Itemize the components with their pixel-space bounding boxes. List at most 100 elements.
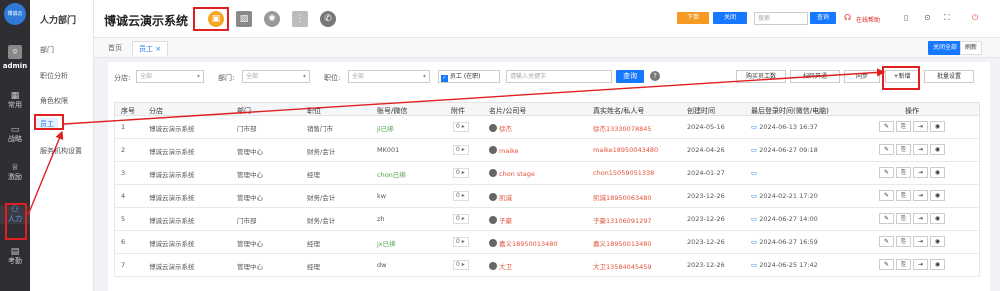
query-button[interactable]: 查询 (616, 70, 644, 83)
row-card[interactable]: 徐杰 (489, 123, 512, 133)
action-icon[interactable]: ⇥ (913, 236, 928, 247)
rail-item-common[interactable]: ▦ 常用 (0, 92, 30, 110)
table-row[interactable]: 5 博诚云演示系统 门市部 财务/会计 zh 0 ▸ 子豪 子豪13106091297 2023… (114, 208, 980, 231)
row-realname[interactable]: 徐杰13330078845 (593, 123, 652, 133)
row-account[interactable]: chon已绑 (377, 169, 406, 179)
close-icon[interactable]: × (155, 45, 161, 53)
row-card[interactable]: chon stage (489, 169, 535, 178)
table-row[interactable]: 2 博诚云演示系统 管理中心 财务/会计 MK001 0 ▸ maike maike18950… (114, 139, 980, 162)
action-icon[interactable]: ◉ (930, 190, 945, 201)
submenu-item-service[interactable]: 服务机构设置 (40, 146, 82, 156)
power-icon[interactable]: ⏻ (972, 13, 978, 23)
attachment-count[interactable]: 0 ▸ (453, 214, 469, 224)
swirl-icon[interactable]: ✺ (264, 11, 280, 27)
action-icon[interactable]: ⎘ (896, 259, 911, 270)
action-icon[interactable]: ◉ (930, 167, 945, 178)
help-icon[interactable]: ? (650, 71, 660, 81)
chat-icon[interactable]: ✆ (320, 11, 336, 27)
order-button[interactable]: 下单 (677, 12, 709, 24)
dept-select[interactable]: 全部 ▾ (242, 70, 310, 83)
action-icon[interactable]: ✎ (879, 236, 894, 247)
mobile-icon[interactable]: ▯ (904, 13, 908, 22)
row-realname[interactable]: 子豪13106091297 (593, 215, 652, 225)
row-account[interactable]: kw (377, 192, 386, 200)
action-icon[interactable]: ✎ (879, 121, 894, 132)
action-icon[interactable]: ✎ (879, 213, 894, 224)
row-account[interactable]: jx已绑 (377, 238, 396, 248)
table-row[interactable]: 6 博诚云演示系统 管理中心 经理 jx已绑 0 ▸ 嘉义18950013480 嘉义1895… (114, 231, 980, 254)
attachment-count[interactable]: 0 ▸ (453, 191, 469, 201)
action-icon[interactable]: ⇥ (913, 121, 928, 132)
apps-icon[interactable]: ⋮ (292, 11, 308, 27)
attachment-count[interactable]: 0 ▸ (453, 145, 469, 155)
action-icon[interactable]: ⎘ (896, 236, 911, 247)
action-icon[interactable]: ⎘ (896, 121, 911, 132)
row-realname[interactable]: chon15059051338 (593, 169, 654, 177)
search-button[interactable]: 查询 (810, 12, 836, 24)
submenu-item-post[interactable]: 职位分析 (40, 71, 68, 81)
row-realname[interactable]: maike18950043480 (593, 146, 658, 154)
action-icon[interactable]: ⇥ (913, 213, 928, 224)
attachment-count[interactable]: 0 ▸ (453, 122, 469, 132)
action-icon[interactable]: ◉ (930, 121, 945, 132)
tab-home[interactable]: 首页 (102, 41, 128, 56)
action-icon[interactable]: ◉ (930, 213, 945, 224)
action-icon[interactable]: ✎ (879, 167, 894, 178)
action-icon[interactable]: ⎘ (896, 213, 911, 224)
sync-button[interactable]: 同步 (844, 70, 880, 83)
action-icon[interactable]: ⎘ (896, 190, 911, 201)
avatar[interactable]: ☺ (8, 45, 22, 59)
buy-seats-button[interactable]: 购买员工数 (736, 70, 786, 83)
attachment-count[interactable]: 0 ▸ (453, 237, 469, 247)
action-icon[interactable]: ✎ (879, 259, 894, 270)
row-card[interactable]: 嘉义18950013480 (489, 238, 558, 248)
rail-item-incentive[interactable]: ♕ 激励 (0, 164, 30, 182)
close-button[interactable]: 关闭 (713, 12, 747, 24)
row-realname[interactable]: 嘉义18950013480 (593, 238, 652, 248)
rail-item-attendance[interactable]: ▤ 考勤 (0, 248, 30, 266)
table-row[interactable]: 3 博诚云演示系统 管理中心 经理 chon已绑 0 ▸ chon stage chon150… (114, 162, 980, 185)
row-account[interactable]: jl已绑 (377, 123, 394, 133)
row-realname[interactable]: 凯诚18950063480 (593, 192, 652, 202)
action-icon[interactable]: ✎ (879, 144, 894, 155)
tab-employee[interactable]: 员工 × (132, 41, 169, 56)
action-icon[interactable]: ⇥ (913, 167, 928, 178)
action-icon[interactable]: ⇥ (913, 144, 928, 155)
action-icon[interactable]: ◉ (930, 236, 945, 247)
refresh-button[interactable]: 刷新 (960, 41, 983, 55)
scan-open-button[interactable]: 扫码开通 (790, 70, 840, 83)
row-card[interactable]: 子豪 (489, 215, 512, 225)
action-icon[interactable]: ◉ (930, 259, 945, 270)
submenu-item-dept[interactable]: 部门 (40, 45, 54, 55)
action-icon[interactable]: ⇥ (913, 190, 928, 201)
attachment-count[interactable]: 0 ▸ (453, 168, 469, 178)
fullscreen-icon[interactable]: ⛶ (944, 13, 950, 23)
image-icon[interactable]: ▨ (236, 11, 252, 27)
row-account[interactable]: MK001 (377, 146, 399, 154)
row-card[interactable]: maike (489, 146, 519, 155)
row-card[interactable]: 凯诚 (489, 192, 512, 202)
settings-icon[interactable]: ⊙ (924, 13, 931, 22)
row-realname[interactable]: 大卫13584045459 (593, 261, 652, 271)
action-icon[interactable]: ⇥ (913, 259, 928, 270)
table-row[interactable]: 1 博诚云演示系统 门市部 销售门市 jl已绑 0 ▸ 徐杰 徐杰13330078845 202… (114, 116, 980, 139)
action-icon[interactable]: ⎘ (896, 167, 911, 178)
post-select[interactable]: 全部 ▾ (348, 70, 430, 83)
batch-settings-button[interactable]: 批量设置 (924, 70, 974, 83)
branch-select[interactable]: 全部 ▾ (136, 70, 204, 83)
submenu-item-role[interactable]: 角色权限 (40, 96, 68, 106)
search-input[interactable]: 搜索 (754, 12, 808, 25)
table-row[interactable]: 4 博诚云演示系统 管理中心 财务/会计 kw 0 ▸ 凯诚 凯诚18950063480 202… (114, 185, 980, 208)
attachment-count[interactable]: 0 ▸ (453, 260, 469, 270)
rail-item-strategy[interactable]: ▭ 战略 (0, 126, 30, 144)
row-account[interactable]: zh (377, 215, 385, 223)
online-help-link[interactable]: 在线帮助 (856, 15, 880, 24)
action-icon[interactable]: ⎘ (896, 144, 911, 155)
action-icon[interactable]: ◉ (930, 144, 945, 155)
keyword-input[interactable]: 请输入关键字 (506, 70, 612, 83)
active-status-checkbox[interactable]: ✓ 员工 (在职) (438, 70, 500, 83)
close-all-button[interactable]: 关闭全部 (928, 41, 963, 55)
table-row[interactable]: 7 博诚云演示系统 管理中心 经理 dw 0 ▸ 大卫 大卫13584045459 2023-1… (114, 254, 980, 277)
action-icon[interactable]: ✎ (879, 190, 894, 201)
row-account[interactable]: dw (377, 261, 386, 269)
